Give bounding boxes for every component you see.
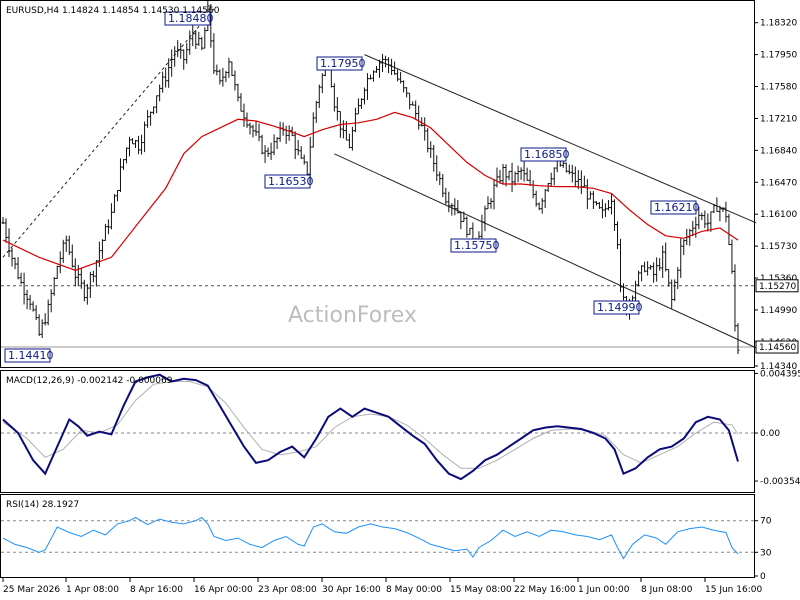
- x-tick-label: 25 Mar 2026: [3, 585, 60, 595]
- x-tick-label: 15 May 08:00: [450, 585, 512, 595]
- x-tick-label: 8 Jun 08:00: [641, 585, 693, 595]
- x-tick-label: 1 Jun 00:00: [578, 585, 630, 595]
- price-y-tick-label: 1.16470: [760, 178, 797, 188]
- x-tick-label: 30 Apr 16:00: [322, 585, 381, 595]
- rsi-y-tick-label: 70: [760, 517, 772, 527]
- price-callout-label: 1.16850: [524, 148, 570, 161]
- x-tick-label: 8 May 00:00: [386, 585, 442, 595]
- price-y-tick-label: 1.17210: [760, 114, 797, 124]
- macd-title: MACD(12,26,9) -0.002142 -0.000069: [6, 376, 173, 386]
- price-callout-label: 1.14410: [8, 349, 54, 362]
- price-y-tick-label: 1.16840: [760, 146, 797, 156]
- price-callout-label: 1.17950: [320, 57, 366, 70]
- price-title: EURUSD,H4 1.14824 1.14854 1.14530 1.1456…: [6, 6, 220, 16]
- x-tick-label: 23 Apr 08:00: [258, 585, 317, 595]
- price-y-tick-label: 1.14990: [760, 306, 797, 316]
- dashed-level-tag-label: 1.15270: [759, 282, 796, 292]
- x-tick-label: 8 Apr 16:00: [130, 585, 183, 595]
- price-y-tick-label: 1.17950: [760, 51, 797, 61]
- rsi-title: RSI(14) 28.1927: [6, 500, 79, 510]
- price-y-tick-label: 1.16100: [760, 210, 797, 220]
- x-tick-label: 1 Apr 08:00: [66, 585, 119, 595]
- rsi-y-tick-label: 30: [760, 548, 772, 558]
- price-y-tick-label: 1.18320: [760, 19, 797, 29]
- price-y-tick-label: 1.15730: [760, 242, 797, 252]
- x-tick-label: 15 Jun 16:00: [705, 585, 762, 595]
- price-y-tick-label: 1.17580: [760, 83, 797, 93]
- macd-y-tick-label: 0.004395: [760, 369, 800, 379]
- price-callout-label: 1.16210: [654, 201, 700, 214]
- price-callout-label: 1.15750: [454, 239, 500, 252]
- macd-y-tick-label: -0.00354: [760, 477, 800, 487]
- price-callout-label: 1.14990: [597, 301, 643, 314]
- x-tick-label: 16 Apr 00:00: [194, 585, 253, 595]
- price-callout-label: 1.16530: [268, 175, 314, 188]
- macd-y-tick-label: 0.00: [760, 429, 780, 439]
- rsi-pane-frame: [0, 494, 755, 578]
- x-tick-label: 22 May 16:00: [514, 585, 576, 595]
- current-price-tag-label: 1.14560: [759, 343, 796, 353]
- watermark: ActionForex: [288, 303, 417, 328]
- rsi-y-tick-label: 0: [760, 572, 766, 582]
- chart-svg: ActionForex 1.184801.179501.165301.16850…: [0, 0, 800, 595]
